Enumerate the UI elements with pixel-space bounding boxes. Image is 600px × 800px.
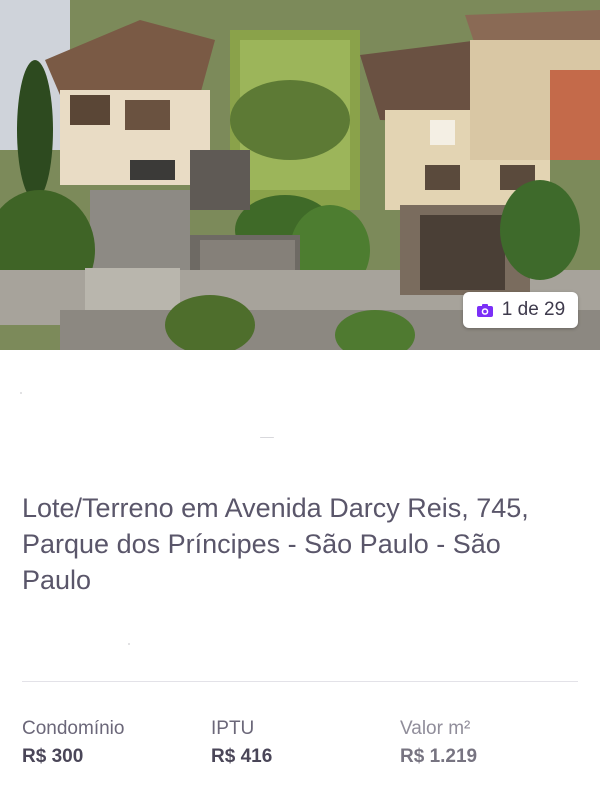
stat-iptu: IPTU R$ 416: [211, 718, 272, 768]
stat-condominio: Condomínio R$ 300: [22, 718, 124, 768]
photo-counter-badge[interactable]: 1 de 29: [463, 292, 578, 328]
photo-counter-text: 1 de 29: [501, 299, 566, 320]
listing-photo[interactable]: 1 de 29: [0, 0, 600, 350]
stat-value: R$ 1.219: [400, 746, 478, 767]
divider-dot: [260, 437, 274, 438]
divider-dot: [20, 392, 22, 394]
stat-label: Condomínio: [22, 718, 125, 739]
stat-value: R$ 416: [211, 746, 273, 767]
stat-value: R$ 300: [22, 746, 84, 767]
section-divider: [22, 681, 578, 682]
stat-valor-m2: Valor m² R$ 1.219: [400, 718, 477, 768]
stat-label: Valor m²: [400, 718, 471, 739]
stat-label: IPTU: [211, 718, 255, 739]
listing-title: Lote/Terreno em Avenida Darcy Reis, 745,…: [22, 493, 529, 595]
divider-dot: [128, 643, 130, 645]
camera-icon: [476, 303, 494, 317]
